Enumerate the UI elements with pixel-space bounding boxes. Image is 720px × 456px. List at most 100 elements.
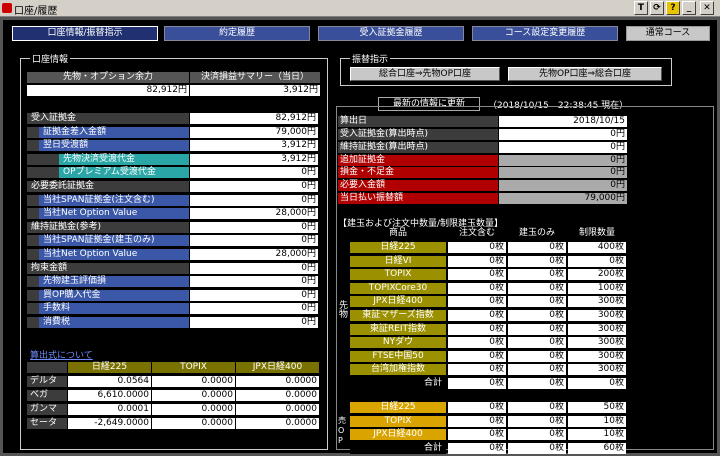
options-side-label: 売OP — [338, 416, 346, 445]
account-row-value: 0円 — [190, 276, 318, 288]
position-cell: 0枚 — [568, 378, 626, 389]
account-row-value: 0円 — [190, 262, 318, 274]
position-name: TOPIXCore30 — [350, 282, 446, 294]
calc-date-value: 2018/10/15 — [499, 116, 627, 127]
position-cell: 10枚 — [568, 429, 626, 441]
position-cell: 0枚 — [448, 364, 506, 376]
position-cell: 0枚 — [508, 296, 566, 308]
help-icon[interactable]: ? — [666, 1, 680, 15]
position-cell: 200枚 — [568, 269, 626, 281]
transfer-title: 振替指示 — [350, 52, 391, 65]
transfer-to-general-button[interactable]: 先物OP口座⇒総合口座 — [508, 67, 662, 81]
account-row-label: 先物決済受渡代金 — [59, 153, 189, 165]
row-indent — [27, 167, 59, 179]
position-name: JPX日経400 — [350, 296, 446, 308]
buying-power-header: 先物・オプション余力 — [27, 72, 189, 83]
account-row-label: 証拠金差入金額 — [39, 126, 189, 138]
position-cell: 10枚 — [568, 415, 626, 427]
account-row-label: OPプレミアム受渡代金 — [59, 167, 189, 179]
greeks-cell: 0.0000 — [152, 404, 235, 415]
greeks-cell: 0.0001 — [68, 404, 151, 415]
position-cell: 0枚 — [448, 415, 506, 427]
position-cell: 0枚 — [448, 282, 506, 294]
tab-course-history[interactable]: コース設定変更履歴 — [472, 26, 618, 41]
position-name: FTSE中国50 — [350, 350, 446, 362]
text-size-icon[interactable]: T — [634, 1, 648, 15]
status-row-label: 当日払い振替額 — [338, 193, 498, 204]
positions-header: 建玉のみ — [508, 228, 566, 239]
close-icon[interactable]: ✕ — [700, 1, 714, 15]
status-row-label: 必要入金額 — [338, 180, 498, 192]
row-indent — [27, 276, 39, 288]
greeks-row-label: ガンマ — [27, 404, 67, 415]
refresh-icon[interactable]: ⟳ — [650, 1, 664, 15]
greeks-header: TOPIX — [152, 362, 235, 373]
position-cell: 0枚 — [448, 402, 506, 413]
position-cell: 300枚 — [568, 296, 626, 308]
position-cell: 0枚 — [508, 269, 566, 281]
account-row-value: 0円 — [190, 289, 318, 301]
tab-execution-history[interactable]: 約定履歴 — [164, 26, 310, 41]
calc-date-label: 算出日 — [338, 116, 498, 127]
position-cell: 0枚 — [508, 242, 566, 253]
greeks-header: 日経225 — [68, 362, 151, 373]
position-cell: 0枚 — [448, 337, 506, 349]
row-indent — [27, 235, 39, 247]
account-row-value: 0円 — [190, 235, 318, 247]
account-info-title: 口座情報 — [30, 52, 71, 65]
account-row-value: 0円 — [190, 181, 318, 192]
position-cell: 0枚 — [508, 402, 566, 413]
positions-header: 注文含む — [448, 228, 506, 239]
position-cell: 100枚 — [568, 282, 626, 294]
title-bar: 口座/履歴 T ⟳ ? _ ✕ — [0, 0, 720, 17]
greeks-cell: 0.0000 — [236, 390, 319, 401]
row-indent — [27, 249, 39, 260]
position-name: 東証マザーズ指数 — [350, 310, 446, 321]
greeks-corner — [27, 362, 67, 373]
greeks-cell: 6,610.0000 — [68, 390, 151, 401]
position-cell: 0枚 — [448, 310, 506, 321]
tab-account-info[interactable]: 口座情報/振替指示 — [12, 26, 158, 41]
position-cell: 0枚 — [508, 350, 566, 362]
row-indent — [27, 153, 59, 165]
account-row-label: 必要委託証拠金 — [27, 181, 189, 192]
position-name: 日経VI — [350, 255, 446, 267]
position-cell: 0枚 — [508, 337, 566, 349]
position-cell: 50枚 — [568, 402, 626, 413]
minimize-icon[interactable]: _ — [682, 1, 696, 15]
position-name: 日経225 — [350, 242, 446, 253]
tab-deposit-history[interactable]: 受入証拠金履歴 — [318, 26, 464, 41]
position-cell: 0枚 — [508, 429, 566, 441]
position-cell: 60枚 — [568, 442, 626, 454]
greeks-cell: 0.0000 — [152, 390, 235, 401]
positions-corner — [338, 228, 349, 239]
position-cell: 0枚 — [508, 364, 566, 376]
futures-side-label: 先物 — [337, 300, 347, 318]
transfer-to-futures-button[interactable]: 総合口座⇒先物OP口座 — [350, 67, 500, 81]
account-row-value: 0円 — [190, 317, 318, 328]
status-row-value: 0円 — [499, 141, 627, 153]
calc-formula-link[interactable]: 算出式について — [30, 348, 93, 361]
account-row-value: 3,912円 — [190, 153, 318, 165]
position-cell: 0枚 — [448, 323, 506, 335]
row-indent — [27, 140, 39, 152]
course-indicator: 通常コース — [626, 26, 710, 41]
account-row-value: 82,912円 — [190, 113, 318, 124]
position-cell: 0枚 — [508, 378, 566, 389]
row-indent — [27, 317, 39, 328]
position-cell: 0枚 — [448, 242, 506, 253]
account-row-value: 3,912円 — [190, 140, 318, 152]
status-row-label: 追加証拠金 — [338, 154, 498, 166]
position-name: NYダウ — [350, 337, 446, 349]
position-name: 台湾加権指数 — [350, 364, 446, 376]
account-row-value: 0円 — [190, 167, 318, 179]
position-cell: 0枚 — [568, 255, 626, 267]
account-row-label: 手数料 — [39, 303, 189, 315]
positions-header: 制限数量 — [568, 228, 626, 239]
position-cell: 300枚 — [568, 364, 626, 376]
greeks-row-label: ベガ — [27, 390, 67, 401]
position-name: 合計 — [350, 378, 446, 389]
greeks-cell: 0.0000 — [236, 404, 319, 415]
pnl-summary-value: 3,912円 — [190, 85, 320, 96]
status-row-label: 維持証拠金(算出時点) — [338, 141, 498, 153]
